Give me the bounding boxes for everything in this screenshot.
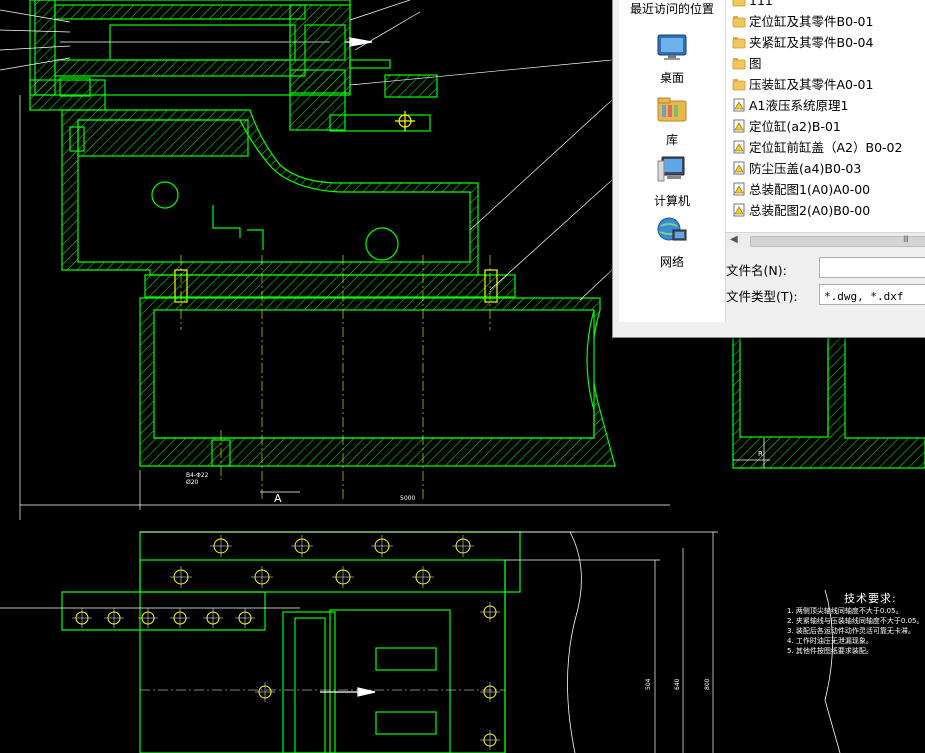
computer-icon bbox=[657, 156, 685, 182]
place-desktop[interactable]: 桌面 bbox=[619, 30, 725, 86]
place-library[interactable]: 库 bbox=[619, 92, 725, 148]
vertical-dimensions bbox=[505, 531, 718, 753]
file-name: 111 bbox=[749, 0, 773, 8]
filename-input[interactable] bbox=[819, 257, 925, 278]
scroll-grip: III bbox=[903, 235, 909, 245]
file-name: 定位缸(a2)B-01 bbox=[749, 119, 841, 134]
file-list-item[interactable]: 111 bbox=[732, 0, 773, 11]
dimension-640: 640 bbox=[674, 678, 681, 690]
file-list-item[interactable]: 夹紧缸及其零件B0-04 bbox=[732, 33, 873, 53]
dwg-file-icon bbox=[733, 119, 745, 133]
file-list-item[interactable]: 定位缸前缸盖（A2）B0-02 bbox=[732, 138, 902, 158]
callout-1: B4-Φ22 bbox=[186, 472, 209, 479]
file-list-item[interactable]: 图 bbox=[732, 54, 762, 74]
file-list-item[interactable]: 定位缸(a2)B-01 bbox=[732, 117, 841, 137]
file-name: 定位缸及其零件B0-01 bbox=[749, 14, 874, 29]
horizontal-scrollbar[interactable]: ◀ III bbox=[726, 232, 925, 248]
dimension-800: 800 bbox=[704, 678, 711, 690]
filename-value bbox=[820, 263, 824, 276]
dwg-file-icon bbox=[733, 98, 745, 112]
file-list-item[interactable]: 总装配图2(A0)B0-00 bbox=[732, 201, 870, 221]
desktop-label: 桌面 bbox=[659, 71, 684, 85]
file-list[interactable]: 111 定位缸及其零件B0-01 夹紧缸及其零件B0-04 图压装缸及其零件A0-01… bbox=[726, 0, 925, 232]
dwg-file-icon bbox=[733, 182, 745, 196]
library-icon bbox=[657, 97, 687, 122]
dwg-file-icon bbox=[733, 203, 745, 217]
tech-line: 1. 两侧顶尖轴线同轴度不大于0.05。 bbox=[787, 607, 903, 615]
network-label: 网络 bbox=[659, 255, 684, 269]
tech-title: 技术要求: bbox=[844, 592, 897, 605]
folder-icon bbox=[732, 37, 746, 49]
tech-line: 5. 其他件按图纸要求装配。 bbox=[787, 647, 873, 655]
library-label: 库 bbox=[665, 133, 678, 147]
technical-requirements: 技术要求: 1. 两侧顶尖轴线同轴度不大于0.05。 2. 夹紧轴线与压装轴线同… bbox=[787, 592, 924, 656]
file-list-item[interactable]: 防尘压盖(a4)B0-03 bbox=[732, 159, 861, 179]
small-dimension: R bbox=[758, 450, 763, 458]
open-file-dialog: 最近访问的位置 桌面 库 计算机 网络 111 定位缸及其零件B0-01 夹紧缸… bbox=[612, 0, 925, 338]
filetype-value: *.dwg, *.dxf bbox=[824, 290, 904, 303]
dimension-504: 504 bbox=[645, 678, 652, 690]
file-name: 图 bbox=[749, 56, 762, 71]
dwg-file-icon bbox=[733, 161, 745, 175]
tech-line: 3. 装配后各运动件动作灵活可靠无卡滞。 bbox=[787, 627, 915, 635]
file-list-item[interactable]: 定位缸及其零件B0-01 bbox=[732, 12, 873, 32]
file-name: 防尘压盖(a4)B0-03 bbox=[749, 161, 862, 176]
file-name: 压装缸及其零件A0-01 bbox=[749, 77, 874, 92]
places-bar: 最近访问的位置 桌面 库 计算机 网络 bbox=[619, 0, 726, 322]
file-name: 总装配图2(A0)B0-00 bbox=[749, 203, 871, 218]
computer-label: 计算机 bbox=[653, 194, 690, 208]
place-network[interactable]: 网络 bbox=[619, 214, 725, 270]
tech-line: 2. 夹紧轴线与压装轴线同轴度不大于0.05。 bbox=[787, 617, 924, 625]
file-list-item[interactable]: 总装配图1(A0)A0-00 bbox=[732, 180, 870, 200]
scroll-thumb[interactable]: III bbox=[750, 235, 925, 247]
file-name: 夹紧缸及其零件B0-04 bbox=[749, 35, 874, 50]
network-icon bbox=[657, 217, 687, 241]
scroll-left-arrow-icon[interactable]: ◀ bbox=[730, 234, 738, 245]
folder-icon bbox=[732, 16, 746, 28]
folder-icon bbox=[732, 0, 746, 7]
file-list-item[interactable]: A1液压系统原理1 bbox=[732, 96, 848, 116]
filetype-label: 文件类型(T): bbox=[726, 289, 798, 304]
filename-label: 文件名(N): bbox=[726, 263, 787, 278]
dwg-file-icon bbox=[733, 140, 745, 154]
recent-places-label: 最近访问的位置 bbox=[629, 2, 714, 16]
filetype-select[interactable]: *.dwg, *.dxf bbox=[819, 284, 925, 305]
file-list-item[interactable]: 压装缸及其零件A0-01 bbox=[732, 75, 873, 95]
place-computer[interactable]: 计算机 bbox=[619, 153, 725, 209]
folder-icon bbox=[732, 79, 746, 91]
desktop-icon bbox=[657, 34, 687, 60]
lower-plan-view bbox=[0, 531, 841, 753]
file-name: 总装配图1(A0)A0-00 bbox=[749, 182, 871, 197]
file-name: A1液压系统原理1 bbox=[749, 98, 849, 113]
folder-icon bbox=[732, 58, 746, 70]
overall-dimension: 5000 bbox=[400, 495, 415, 502]
view-label: A bbox=[274, 492, 282, 505]
file-name: 定位缸前缸盖（A2）B0-02 bbox=[749, 140, 903, 155]
callout-2: Ø20 bbox=[186, 479, 199, 486]
tech-line: 4. 工作时油压无泄漏现象。 bbox=[787, 637, 873, 645]
place-recent[interactable]: 最近访问的位置 bbox=[619, 0, 725, 17]
